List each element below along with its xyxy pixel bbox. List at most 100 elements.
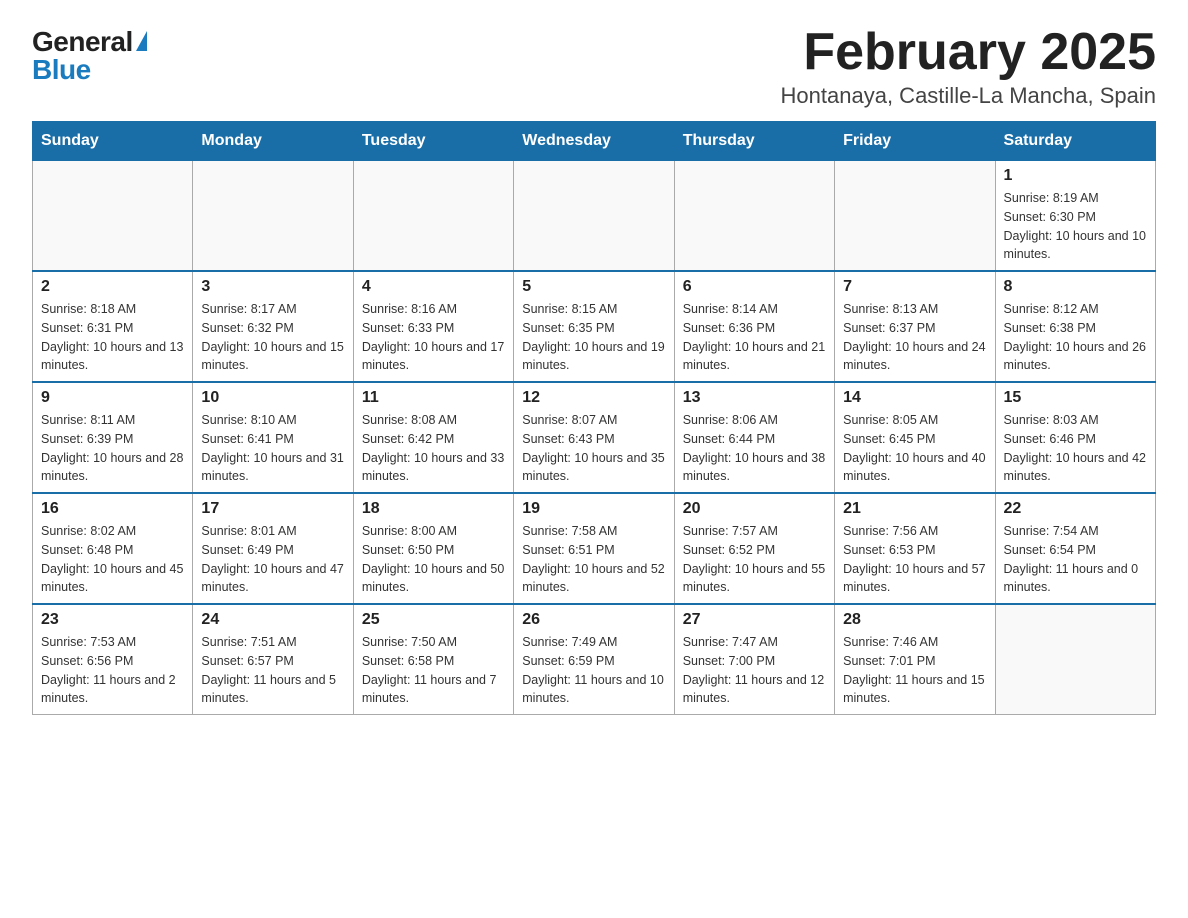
- page-header: General Blue February 2025 Hontanaya, Ca…: [32, 24, 1156, 109]
- calendar-cell: [193, 161, 353, 272]
- calendar-table: SundayMondayTuesdayWednesdayThursdayFrid…: [32, 121, 1156, 715]
- day-number: 20: [683, 500, 826, 518]
- day-info: Sunrise: 8:11 AM Sunset: 6:39 PM Dayligh…: [41, 411, 184, 486]
- calendar-cell: 22 Sunrise: 7:54 AM Sunset: 6:54 PM Dayli…: [995, 493, 1155, 604]
- day-number: 17: [201, 500, 344, 518]
- day-number: 28: [843, 611, 986, 629]
- calendar-cell: 28 Sunrise: 7:46 AM Sunset: 7:01 PM Dayli…: [835, 604, 995, 715]
- calendar-cell: 19 Sunrise: 7:58 AM Sunset: 6:51 PM Dayli…: [514, 493, 674, 604]
- day-info: Sunrise: 8:18 AM Sunset: 6:31 PM Dayligh…: [41, 300, 184, 375]
- day-info: Sunrise: 8:06 AM Sunset: 6:44 PM Dayligh…: [683, 411, 826, 486]
- calendar-cell: [674, 161, 834, 272]
- calendar-week-row: 16 Sunrise: 8:02 AM Sunset: 6:48 PM Dayli…: [33, 493, 1156, 604]
- weekday-header-friday: Friday: [835, 122, 995, 161]
- day-number: 21: [843, 500, 986, 518]
- weekday-header-thursday: Thursday: [674, 122, 834, 161]
- logo-general: General: [32, 28, 133, 56]
- day-info: Sunrise: 8:08 AM Sunset: 6:42 PM Dayligh…: [362, 411, 505, 486]
- calendar-cell: [514, 161, 674, 272]
- calendar-title: February 2025: [781, 24, 1156, 81]
- day-number: 12: [522, 389, 665, 407]
- day-info: Sunrise: 8:07 AM Sunset: 6:43 PM Dayligh…: [522, 411, 665, 486]
- day-number: 8: [1004, 278, 1147, 296]
- day-info: Sunrise: 7:58 AM Sunset: 6:51 PM Dayligh…: [522, 522, 665, 597]
- day-info: Sunrise: 8:16 AM Sunset: 6:33 PM Dayligh…: [362, 300, 505, 375]
- weekday-header-tuesday: Tuesday: [353, 122, 513, 161]
- day-number: 5: [522, 278, 665, 296]
- day-info: Sunrise: 8:00 AM Sunset: 6:50 PM Dayligh…: [362, 522, 505, 597]
- calendar-cell: [995, 604, 1155, 715]
- calendar-title-block: February 2025 Hontanaya, Castille-La Man…: [781, 24, 1156, 109]
- day-info: Sunrise: 7:49 AM Sunset: 6:59 PM Dayligh…: [522, 633, 665, 708]
- day-info: Sunrise: 7:53 AM Sunset: 6:56 PM Dayligh…: [41, 633, 184, 708]
- calendar-subtitle: Hontanaya, Castille-La Mancha, Spain: [781, 83, 1156, 109]
- calendar-cell: 1Sunrise: 8:19 AM Sunset: 6:30 PM Daylig…: [995, 161, 1155, 272]
- day-number: 11: [362, 389, 505, 407]
- day-info: Sunrise: 8:01 AM Sunset: 6:49 PM Dayligh…: [201, 522, 344, 597]
- day-info: Sunrise: 8:02 AM Sunset: 6:48 PM Dayligh…: [41, 522, 184, 597]
- day-number: 16: [41, 500, 184, 518]
- day-number: 13: [683, 389, 826, 407]
- day-number: 24: [201, 611, 344, 629]
- calendar-cell: 15 Sunrise: 8:03 AM Sunset: 6:46 PM Dayli…: [995, 382, 1155, 493]
- calendar-cell: 12 Sunrise: 8:07 AM Sunset: 6:43 PM Dayli…: [514, 382, 674, 493]
- day-info: Sunrise: 7:46 AM Sunset: 7:01 PM Dayligh…: [843, 633, 986, 708]
- day-info: Sunrise: 8:12 AM Sunset: 6:38 PM Dayligh…: [1004, 300, 1147, 375]
- day-number: 3: [201, 278, 344, 296]
- logo: General Blue: [32, 28, 147, 84]
- day-info: Sunrise: 7:50 AM Sunset: 6:58 PM Dayligh…: [362, 633, 505, 708]
- weekday-header-saturday: Saturday: [995, 122, 1155, 161]
- day-number: 4: [362, 278, 505, 296]
- calendar-cell: 4 Sunrise: 8:16 AM Sunset: 6:33 PM Daylig…: [353, 271, 513, 382]
- calendar-cell: 9Sunrise: 8:11 AM Sunset: 6:39 PM Daylig…: [33, 382, 193, 493]
- day-number: 2: [41, 278, 184, 296]
- calendar-cell: 24 Sunrise: 7:51 AM Sunset: 6:57 PM Dayli…: [193, 604, 353, 715]
- day-number: 19: [522, 500, 665, 518]
- calendar-cell: [33, 161, 193, 272]
- calendar-cell: 20 Sunrise: 7:57 AM Sunset: 6:52 PM Dayli…: [674, 493, 834, 604]
- calendar-cell: 5Sunrise: 8:15 AM Sunset: 6:35 PM Daylig…: [514, 271, 674, 382]
- day-number: 26: [522, 611, 665, 629]
- day-number: 27: [683, 611, 826, 629]
- logo-blue: Blue: [32, 54, 91, 85]
- day-number: 18: [362, 500, 505, 518]
- day-info: Sunrise: 7:57 AM Sunset: 6:52 PM Dayligh…: [683, 522, 826, 597]
- weekday-header-row: SundayMondayTuesdayWednesdayThursdayFrid…: [33, 122, 1156, 161]
- calendar-cell: 13 Sunrise: 8:06 AM Sunset: 6:44 PM Dayli…: [674, 382, 834, 493]
- day-info: Sunrise: 8:17 AM Sunset: 6:32 PM Dayligh…: [201, 300, 344, 375]
- calendar-cell: 23Sunrise: 7:53 AM Sunset: 6:56 PM Dayli…: [33, 604, 193, 715]
- weekday-header-wednesday: Wednesday: [514, 122, 674, 161]
- calendar-cell: 18 Sunrise: 8:00 AM Sunset: 6:50 PM Dayli…: [353, 493, 513, 604]
- day-number: 6: [683, 278, 826, 296]
- calendar-cell: 25 Sunrise: 7:50 AM Sunset: 6:58 PM Dayli…: [353, 604, 513, 715]
- calendar-cell: [835, 161, 995, 272]
- weekday-header-monday: Monday: [193, 122, 353, 161]
- day-number: 14: [843, 389, 986, 407]
- weekday-header-sunday: Sunday: [33, 122, 193, 161]
- day-info: Sunrise: 8:03 AM Sunset: 6:46 PM Dayligh…: [1004, 411, 1147, 486]
- calendar-cell: 3 Sunrise: 8:17 AM Sunset: 6:32 PM Daylig…: [193, 271, 353, 382]
- calendar-cell: 26 Sunrise: 7:49 AM Sunset: 6:59 PM Dayli…: [514, 604, 674, 715]
- day-number: 7: [843, 278, 986, 296]
- day-info: Sunrise: 8:10 AM Sunset: 6:41 PM Dayligh…: [201, 411, 344, 486]
- calendar-cell: [353, 161, 513, 272]
- day-info: Sunrise: 8:19 AM Sunset: 6:30 PM Dayligh…: [1004, 189, 1147, 264]
- calendar-cell: 11 Sunrise: 8:08 AM Sunset: 6:42 PM Dayli…: [353, 382, 513, 493]
- calendar-cell: 10Sunrise: 8:10 AM Sunset: 6:41 PM Dayli…: [193, 382, 353, 493]
- calendar-cell: 7 Sunrise: 8:13 AM Sunset: 6:37 PM Daylig…: [835, 271, 995, 382]
- calendar-week-row: 1Sunrise: 8:19 AM Sunset: 6:30 PM Daylig…: [33, 161, 1156, 272]
- logo-triangle-icon: [136, 31, 147, 51]
- calendar-cell: 21 Sunrise: 7:56 AM Sunset: 6:53 PM Dayli…: [835, 493, 995, 604]
- day-info: Sunrise: 7:51 AM Sunset: 6:57 PM Dayligh…: [201, 633, 344, 708]
- day-number: 15: [1004, 389, 1147, 407]
- day-info: Sunrise: 7:56 AM Sunset: 6:53 PM Dayligh…: [843, 522, 986, 597]
- day-info: Sunrise: 8:13 AM Sunset: 6:37 PM Dayligh…: [843, 300, 986, 375]
- day-number: 25: [362, 611, 505, 629]
- calendar-cell: 16 Sunrise: 8:02 AM Sunset: 6:48 PM Dayli…: [33, 493, 193, 604]
- calendar-cell: 17 Sunrise: 8:01 AM Sunset: 6:49 PM Dayli…: [193, 493, 353, 604]
- day-info: Sunrise: 8:14 AM Sunset: 6:36 PM Dayligh…: [683, 300, 826, 375]
- day-info: Sunrise: 7:54 AM Sunset: 6:54 PM Dayligh…: [1004, 522, 1147, 597]
- calendar-week-row: 9Sunrise: 8:11 AM Sunset: 6:39 PM Daylig…: [33, 382, 1156, 493]
- calendar-cell: 2 Sunrise: 8:18 AM Sunset: 6:31 PM Daylig…: [33, 271, 193, 382]
- day-number: 22: [1004, 500, 1147, 518]
